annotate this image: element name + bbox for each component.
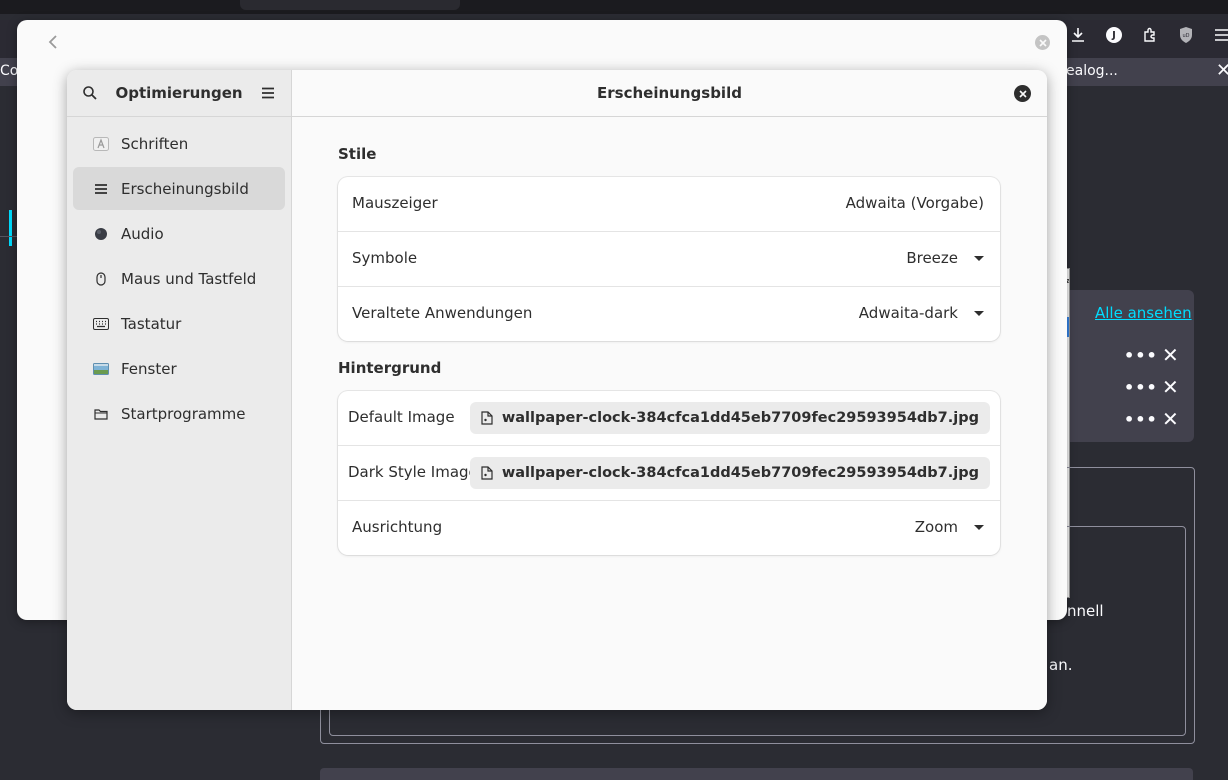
background-text-fragment: nnell <box>1067 602 1104 620</box>
keyboard-icon <box>93 316 109 332</box>
background-card: Default Image wallpaper-clock-384cfca1dd… <box>338 391 1000 555</box>
icons-label: Symbole <box>352 249 418 267</box>
sidebar-item-label: Fenster <box>121 359 177 378</box>
sidebar-item-audio[interactable]: Audio <box>73 212 285 255</box>
chevron-down-icon <box>974 524 984 530</box>
legacy-apps-value: Adwaita-dark <box>858 304 958 322</box>
file-icon <box>481 466 493 480</box>
sidebar-item-label: Startprogramme <box>121 404 246 423</box>
sidebar-list: Schriften Erscheinungsbild Audio Maus un… <box>73 122 285 437</box>
background-section-title: Hintergrund <box>338 359 442 377</box>
styles-section-title: Stile <box>338 145 377 163</box>
legacy-apps-dropdown[interactable]: Adwaita-dark <box>859 304 984 322</box>
orientation-label: Ausrichtung <box>352 518 443 536</box>
list-item: ••• ✕ <box>1124 407 1188 431</box>
dark-image-filename: wallpaper-clock-384cfca1dd45eb7709fec295… <box>501 465 979 481</box>
sidebar-item-schriften[interactable]: Schriften <box>73 122 285 165</box>
icons-dropdown[interactable]: Breeze <box>906 249 984 267</box>
more-options-icon[interactable]: ••• <box>1124 346 1158 365</box>
svg-text:uD: uD <box>1182 33 1189 39</box>
sidebar-item-label: Maus und Tastfeld <box>121 269 257 288</box>
remove-icon[interactable]: ✕ <box>1162 407 1179 431</box>
chevron-down-icon <box>974 310 984 316</box>
legacy-apps-row: Veraltete Anwendungen Adwaita-dark <box>338 287 1000 341</box>
icons-value: Breeze <box>906 249 958 267</box>
sidebar-header: Optimierungen <box>67 70 291 117</box>
main-content: Erscheinungsbild Stile Mauszeiger Adwait… <box>292 70 1047 710</box>
default-image-file-button[interactable]: wallpaper-clock-384cfca1dd45eb7709fec295… <box>469 402 990 434</box>
sidebar: Optimierungen Schriften Erscheinungsbild <box>67 70 292 710</box>
orientation-row: Ausrichtung Zoom <box>338 501 1000 555</box>
sidebar-item-label: Audio <box>121 224 164 243</box>
close-tab-icon[interactable]: ✕ <box>1216 60 1228 81</box>
see-all-link[interactable]: Alle ansehen <box>1095 304 1192 322</box>
more-options-icon[interactable]: ••• <box>1124 410 1158 429</box>
cursor-value: Adwaita (Vorgabe) <box>845 194 984 212</box>
icons-row: Symbole Breeze <box>338 232 1000 287</box>
list-item: ••• ✕ <box>1124 343 1188 367</box>
tweaks-window: Optimierungen Schriften Erscheinungsbild <box>67 70 1047 710</box>
more-options-icon[interactable]: ••• <box>1124 378 1158 397</box>
sidebar-title: Optimierungen <box>115 84 243 102</box>
chevron-down-icon <box>974 255 984 261</box>
remove-icon[interactable]: ✕ <box>1162 343 1179 367</box>
background-bottom-panel <box>320 768 1193 780</box>
cursor-label: Mauszeiger <box>352 194 438 212</box>
accent-indicator <box>9 210 12 246</box>
dark-image-file-button[interactable]: wallpaper-clock-384cfca1dd45eb7709fec295… <box>469 457 990 489</box>
browser-tab-ghost[interactable] <box>240 0 460 10</box>
dark-image-label: Dark Style Image <box>348 463 478 481</box>
sidebar-item-tastatur[interactable]: Tastatur <box>73 302 285 345</box>
font-icon <box>93 136 109 152</box>
close-icon[interactable] <box>1035 35 1050 50</box>
background-text-fragment: an. <box>1049 656 1073 674</box>
appearance-icon <box>93 181 109 197</box>
file-icon <box>481 411 493 425</box>
extensions-icon[interactable] <box>1138 23 1162 47</box>
content-header: Erscheinungsbild <box>292 70 1047 117</box>
window-icon <box>93 361 109 377</box>
default-image-filename: wallpaper-clock-384cfca1dd45eb7709fec295… <box>501 410 979 426</box>
close-window-icon[interactable] <box>1014 85 1031 102</box>
sidebar-item-fenster[interactable]: Fenster <box>73 347 285 390</box>
browser-menu-icon[interactable] <box>1210 23 1228 47</box>
download-icon[interactable] <box>1066 23 1090 47</box>
back-icon[interactable] <box>47 32 59 56</box>
browser-tab-right-fragment[interactable]: ealog... <box>1066 63 1118 79</box>
styles-card: Mauszeiger Adwaita (Vorgabe) Symbole Bre… <box>338 177 1000 341</box>
sidebar-item-maus-und-tastfeld[interactable]: Maus und Tastfeld <box>73 257 285 300</box>
browser-toolbar-icons: J uD <box>1066 22 1228 48</box>
default-image-row: Default Image wallpaper-clock-384cfca1dd… <box>338 391 1000 446</box>
page-title: Erscheinungsbild <box>597 84 742 102</box>
mouse-icon <box>93 271 109 287</box>
sidebar-item-label: Erscheinungsbild <box>121 179 249 198</box>
orientation-value: Zoom <box>914 518 958 536</box>
default-image-label: Default Image <box>348 408 455 426</box>
browser-titlebar <box>0 0 1228 14</box>
remove-icon[interactable]: ✕ <box>1162 375 1179 399</box>
list-item: ••• ✕ <box>1124 375 1188 399</box>
search-icon[interactable] <box>81 84 99 102</box>
audio-icon <box>93 226 109 242</box>
sidebar-item-label: Schriften <box>121 134 189 153</box>
legacy-apps-label: Veraltete Anwendungen <box>352 304 533 322</box>
hamburger-menu-icon[interactable] <box>259 84 277 102</box>
browser-tab-left-fragment[interactable]: Co <box>0 63 18 79</box>
sidebar-item-label: Tastatur <box>121 314 182 333</box>
dark-image-row: Dark Style Image wallpaper-clock-384cfca… <box>338 446 1000 501</box>
account-avatar-icon[interactable]: J <box>1102 23 1126 47</box>
folder-icon <box>93 406 109 422</box>
sidebar-item-startprogramme[interactable]: Startprogramme <box>73 392 285 435</box>
orientation-dropdown[interactable]: Zoom <box>915 518 984 536</box>
cursor-row: Mauszeiger Adwaita (Vorgabe) <box>338 177 1000 232</box>
account-avatar-letter: J <box>1106 27 1122 43</box>
ublock-shield-icon[interactable]: uD <box>1174 23 1198 47</box>
sidebar-item-erscheinungsbild[interactable]: Erscheinungsbild <box>73 167 285 210</box>
